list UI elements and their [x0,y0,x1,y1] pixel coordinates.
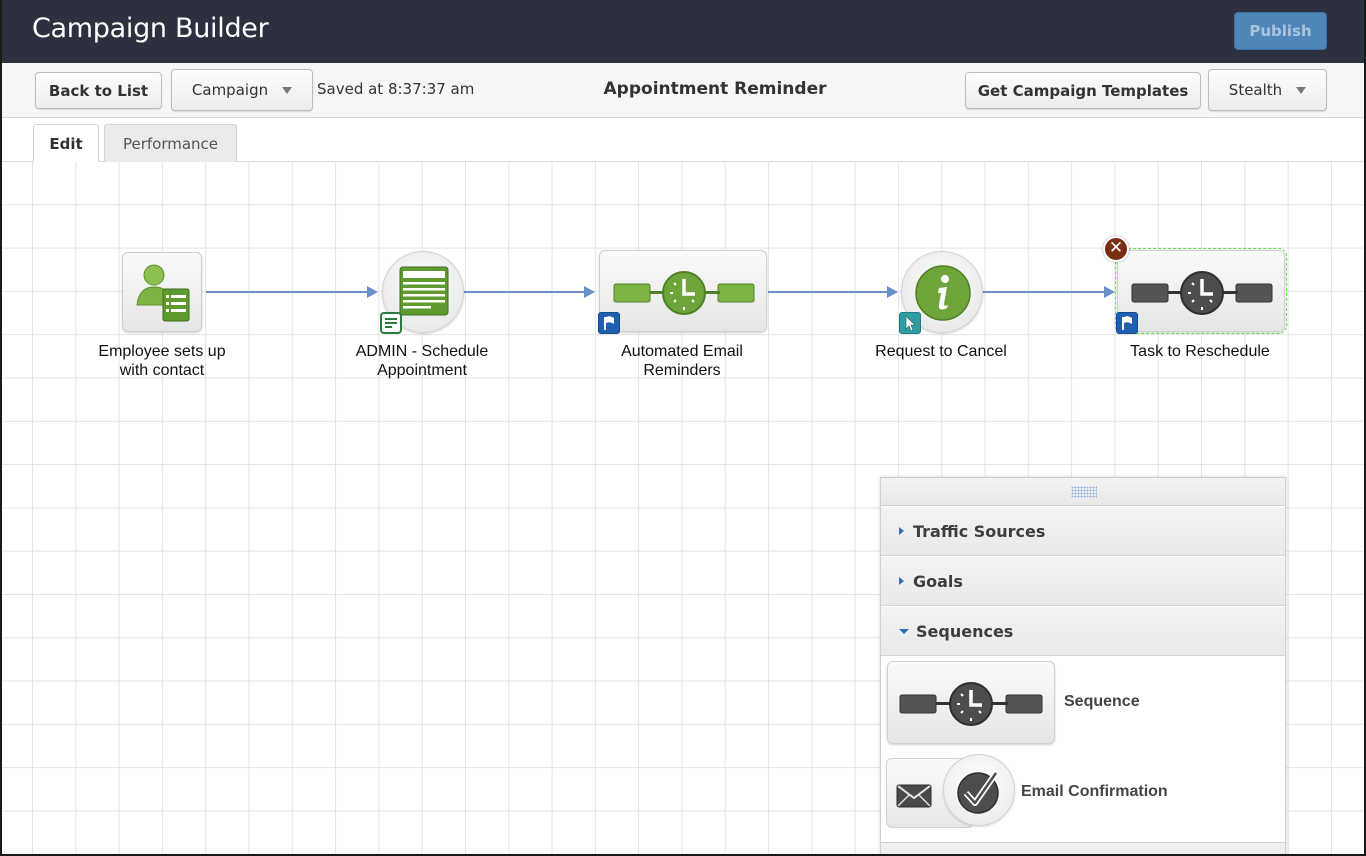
campaign-name: Appointment Reminder [603,79,827,99]
get-campaign-templates-label: Get Campaign Templates [977,81,1189,100]
cursor-icon [899,312,921,334]
get-campaign-templates-button[interactable]: Get Campaign Templates [965,72,1201,109]
node-tile[interactable] [599,250,767,332]
node-label: ADMIN - Schedule Appointment [332,342,512,380]
publish-button[interactable]: Publish [1234,12,1327,50]
node-label-line: Request to Cancel [875,343,1007,360]
section-label: Traffic Sources [913,521,1046,541]
back-to-list-label: Back to List [48,81,149,100]
contact-form-icon [136,264,190,322]
grip-icon [1071,486,1097,498]
palette-item-label: Email Confirmation [1021,783,1168,800]
envelope-icon [896,784,932,808]
tab-performance[interactable]: Performance [104,124,237,162]
back-to-list-button[interactable]: Back to List [35,72,162,109]
sequence-clock-icon [899,682,1043,726]
node-label-line: Task to Reschedule [1130,343,1270,360]
node-label-line: Reminders [643,362,721,379]
mode-dropdown[interactable]: Stealth [1208,69,1327,111]
chevron-down-icon [282,86,293,94]
palette-section-goals[interactable]: Goals [881,556,1285,606]
campaign-menu-dropdown[interactable]: Campaign [171,69,313,111]
caret-right-icon [899,527,904,535]
tab-edit[interactable]: Edit [33,124,99,163]
chevron-down-icon [1296,86,1307,94]
connector-arrow[interactable] [464,286,595,298]
node-label-line: Employee sets up [98,343,226,360]
connector-arrow[interactable] [768,286,898,298]
palette-drag-handle[interactable] [881,478,1285,506]
connector-arrow[interactable] [983,286,1115,298]
toolbar: Back to List Campaign Saved at 8:37:37 a… [2,63,1364,118]
palette-items: Sequence Email Confirmation [881,656,1285,846]
palette-footer [881,842,1285,854]
element-palette: Traffic Sources Goals Sequences Sequence… [880,477,1286,854]
palette-section-sequences[interactable]: Sequences [881,606,1285,656]
section-label: Sequences [916,621,1014,641]
node-label-line: with contact [119,362,205,379]
node-label: Employee sets up with contact [72,342,252,380]
palette-item-tile[interactable] [887,661,1055,744]
palette-item-label: Sequence [1064,693,1140,710]
connector-arrow[interactable] [206,286,378,298]
form-badge-icon [380,312,402,334]
saved-status: Saved at 8:37:37 am [317,80,475,98]
tab-bar: Edit Performance [2,118,1364,163]
flag-icon [1116,312,1138,334]
node-tile[interactable] [1115,248,1287,334]
top-bar: Campaign Builder Publish [2,0,1364,63]
close-icon: ✕ [1108,238,1124,258]
node-label-line: Automated Email [621,343,743,360]
node-label-line: ADMIN - Schedule [355,343,489,360]
sequence-clock-icon [1131,271,1273,315]
section-label: Goals [913,571,963,591]
mode-label: Stealth [1228,81,1283,99]
caret-down-icon [899,628,909,634]
node-label: Task to Reschedule [1110,342,1290,361]
tab-performance-label: Performance [122,134,219,153]
node-label: Automated Email Reminders [592,342,772,380]
flag-icon [598,312,620,334]
sequence-clock-icon [613,271,755,315]
caret-right-icon [899,577,904,585]
node-label-line: Appointment [377,362,467,379]
app-title: Campaign Builder [32,13,269,44]
palette-section-traffic-sources[interactable]: Traffic Sources [881,506,1285,556]
campaign-builder-window: Campaign Builder Publish Back to List Ca… [2,0,1364,854]
node-tile[interactable] [122,252,202,332]
tab-edit-label: Edit [49,135,83,153]
campaign-menu-label: Campaign [191,81,269,99]
node-label: Request to Cancel [851,342,1031,361]
checkmark-badge [943,754,1015,826]
delete-node-button[interactable]: ✕ [1103,236,1129,262]
check-icon [957,771,999,814]
